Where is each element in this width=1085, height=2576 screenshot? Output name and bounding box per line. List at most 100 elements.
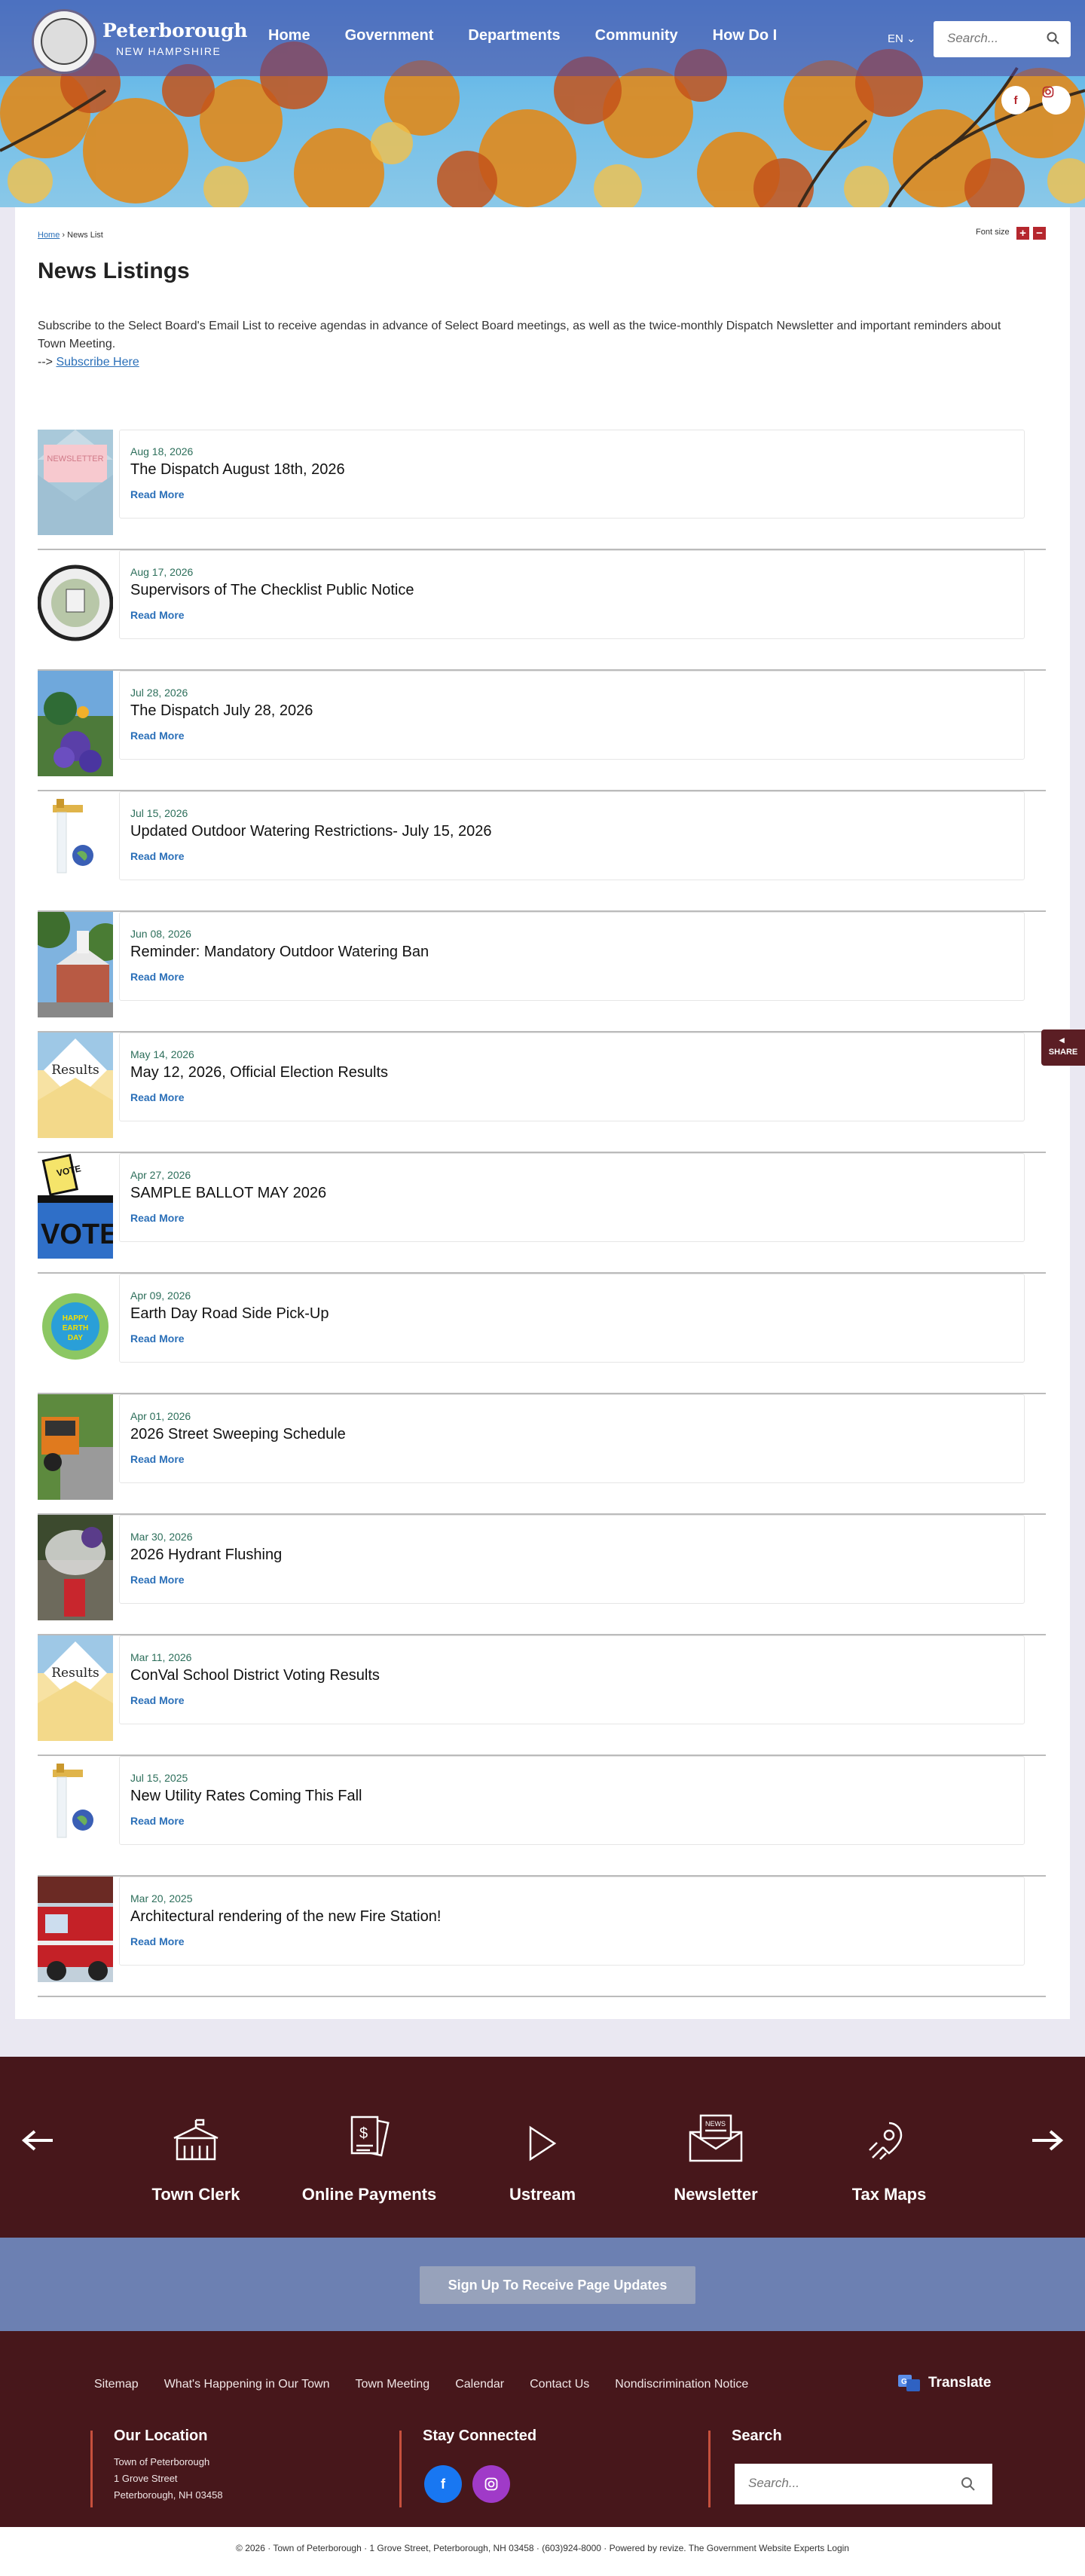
arrow-left-icon[interactable] (21, 2129, 54, 2152)
news-title[interactable]: 2026 Street Sweeping Schedule (130, 1426, 346, 1443)
arrow-right-icon[interactable] (1031, 2129, 1064, 2152)
search-icon[interactable] (1047, 32, 1060, 45)
breadcrumb-home[interactable]: Home (38, 231, 60, 240)
news-thumbnail[interactable]: Results (38, 1033, 113, 1138)
read-more-link[interactable]: Read More (130, 730, 185, 742)
instagram-icon[interactable] (472, 2465, 510, 2503)
location-line: 1 Grove Street (114, 2473, 178, 2484)
news-title[interactable]: The Dispatch July 28, 2026 (130, 702, 313, 720)
read-more-link[interactable]: Read More (130, 1574, 185, 1586)
footer-link-whats-happening[interactable]: What's Happening in Our Town (164, 2378, 330, 2391)
svg-text:NEWS: NEWS (705, 2120, 726, 2128)
news-thumbnail[interactable]: HAPPY EARTH DAY (38, 1274, 113, 1379)
font-increase-button[interactable]: + (1016, 227, 1029, 240)
news-card: Jul 15, 2025 New Utility Rates Coming Th… (119, 1756, 1025, 1845)
footer-search-input[interactable] (748, 2476, 959, 2491)
quick-link-ustream[interactable]: Ustream (467, 2094, 618, 2204)
facebook-icon[interactable]: f (1001, 86, 1030, 115)
news-thumbnail[interactable] (38, 1394, 113, 1500)
quick-link-online-payments[interactable]: $ Online Payments (294, 2094, 445, 2204)
header-search-input[interactable] (947, 31, 1045, 46)
news-item: Jun 08, 2026 Reminder: Mandatory Outdoor… (38, 912, 1046, 1033)
news-card: Mar 30, 2026 2026 Hydrant Flushing Read … (119, 1515, 1025, 1604)
news-thumbnail[interactable] (38, 1877, 113, 1982)
news-date: Aug 17, 2026 (130, 566, 194, 578)
intro-arrow: --> (38, 356, 53, 369)
instagram-icon[interactable] (1042, 86, 1071, 115)
news-title[interactable]: Supervisors of The Checklist Public Noti… (130, 582, 414, 599)
location-line: Town of Peterborough (114, 2456, 210, 2467)
read-more-link[interactable]: Read More (130, 1091, 185, 1103)
quick-link-town-clerk[interactable]: Town Clerk (121, 2094, 271, 2204)
read-more-link[interactable]: Read More (130, 609, 185, 621)
news-title[interactable]: Architectural rendering of the new Fire … (130, 1908, 441, 1926)
news-title[interactable]: Earth Day Road Side Pick-Up (130, 1305, 329, 1323)
read-more-link[interactable]: Read More (130, 1332, 185, 1345)
footer-link-town-meeting[interactable]: Town Meeting (355, 2378, 429, 2391)
news-card: Jul 28, 2026 The Dispatch July 28, 2026 … (119, 671, 1025, 760)
nav-community[interactable]: Community (595, 27, 678, 44)
news-title[interactable]: Reminder: Mandatory Outdoor Watering Ban (130, 944, 429, 961)
news-thumbnail[interactable] (38, 791, 113, 897)
read-more-link[interactable]: Read More (130, 1453, 185, 1465)
news-thumbnail[interactable] (38, 550, 113, 656)
language-label: EN (888, 32, 903, 45)
footer-link-contact-us[interactable]: Contact Us (530, 2378, 589, 2391)
intro-text: Subscribe to the Select Board's Email Li… (38, 317, 1017, 372)
town-seal-logo[interactable] (32, 9, 96, 74)
news-title[interactable]: New Utility Rates Coming This Fall (130, 1788, 362, 1805)
language-selector[interactable]: EN ⌄ (888, 32, 916, 45)
footer-link-nondiscrimination[interactable]: Nondiscrimination Notice (615, 2378, 748, 2391)
news-card: Aug 18, 2026 The Dispatch August 18th, 2… (119, 430, 1025, 519)
news-title[interactable]: Updated Outdoor Watering Restrictions- J… (130, 823, 492, 840)
translate-icon: G (898, 2375, 920, 2391)
nav-home[interactable]: Home (268, 27, 310, 44)
news-item: VOTE VOTE Apr 27, 2026 SAMPLE BALLOT MAY … (38, 1153, 1046, 1274)
quick-link-label: Ustream (509, 2185, 576, 2204)
search-icon[interactable] (961, 2477, 976, 2492)
read-more-link[interactable]: Read More (130, 971, 185, 983)
quick-link-label: Tax Maps (851, 2185, 927, 2204)
translate-button[interactable]: G Translate (898, 2375, 991, 2391)
news-thumbnail[interactable] (38, 671, 113, 776)
news-title[interactable]: SAMPLE BALLOT MAY 2026 (130, 1185, 326, 1202)
subscribe-bar: Sign Up To Receive Page Updates (0, 2238, 1085, 2331)
news-title[interactable]: The Dispatch August 18th, 2026 (130, 461, 345, 479)
site-header: Peterborough NEW HAMPSHIRE Home Governme… (0, 0, 1085, 76)
news-thumbnail[interactable] (38, 1756, 113, 1862)
quick-link-newsletter[interactable]: NEWS Newsletter (640, 2094, 791, 2204)
news-date: Apr 09, 2026 (130, 1290, 191, 1302)
font-decrease-button[interactable]: − (1033, 227, 1046, 240)
brand-name[interactable]: Peterborough (102, 20, 248, 41)
read-more-link[interactable]: Read More (130, 850, 185, 862)
news-thumbnail[interactable]: Results (38, 1635, 113, 1741)
news-title[interactable]: 2026 Hydrant Flushing (130, 1547, 282, 1564)
news-date: Mar 20, 2025 (130, 1892, 193, 1904)
quick-link-label: Online Payments (301, 2185, 437, 2204)
quick-link-tax-maps[interactable]: Tax Maps (814, 2094, 964, 2204)
read-more-link[interactable]: Read More (130, 1212, 185, 1224)
read-more-link[interactable]: Read More (130, 488, 185, 500)
facebook-icon[interactable]: f (424, 2465, 462, 2503)
share-button[interactable]: ◂ SHARE (1041, 1029, 1085, 1066)
footer-link-calendar[interactable]: Calendar (455, 2378, 504, 2391)
news-thumbnail[interactable]: NEWSLETTER (38, 430, 113, 535)
news-title[interactable]: May 12, 2026, Official Election Results (130, 1064, 388, 1081)
footer-link-sitemap[interactable]: Sitemap (94, 2378, 139, 2391)
news-thumbnail[interactable] (38, 912, 113, 1017)
read-more-link[interactable]: Read More (130, 1694, 185, 1706)
subscribe-here-link[interactable]: Subscribe Here (56, 356, 139, 369)
read-more-link[interactable]: Read More (130, 1815, 185, 1827)
footer-stay-connected: Stay Connected f (399, 2428, 701, 2507)
nav-departments[interactable]: Departments (468, 27, 560, 44)
nav-government[interactable]: Government (345, 27, 434, 44)
news-thumbnail[interactable]: VOTE VOTE (38, 1153, 113, 1259)
news-thumbnail[interactable] (38, 1515, 113, 1620)
news-card: Apr 01, 2026 2026 Street Sweeping Schedu… (119, 1394, 1025, 1483)
svg-text:DAY: DAY (68, 1334, 84, 1342)
svg-text:EARTH: EARTH (63, 1324, 88, 1332)
read-more-link[interactable]: Read More (130, 1935, 185, 1947)
nav-how-do-i[interactable]: How Do I (713, 27, 778, 44)
sign-up-updates-button[interactable]: Sign Up To Receive Page Updates (420, 2266, 695, 2304)
news-title[interactable]: ConVal School District Voting Results (130, 1667, 380, 1684)
